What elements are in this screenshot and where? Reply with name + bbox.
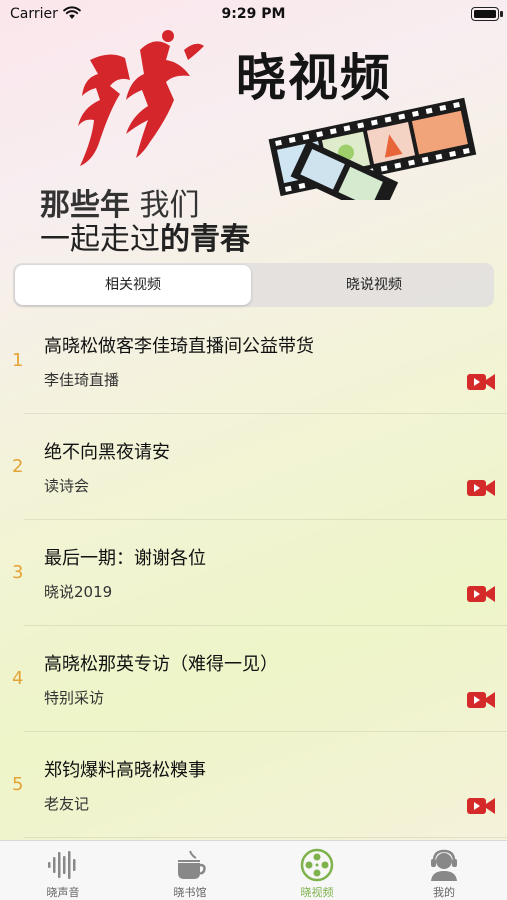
video-camera-icon[interactable] [466, 372, 496, 392]
item-title: 郑钧爆料高晓松糗事 [44, 760, 206, 781]
soundwave-icon [48, 851, 76, 879]
tab-xiao-shuguan[interactable]: 晓书馆 [127, 841, 253, 900]
item-subtitle: 特别采访 [44, 689, 105, 707]
video-camera-icon[interactable] [466, 478, 496, 498]
item-index: 2 [12, 456, 24, 477]
item-subtitle: 李佳琦直播 [44, 371, 120, 389]
item-index: 4 [12, 668, 24, 689]
tab-label: 晓声音 [46, 886, 80, 899]
user-headset-icon [431, 849, 457, 881]
teacup-icon [178, 850, 206, 879]
list-item[interactable]: 5 郑钧爆料高晓松糗事 老友记 [0, 732, 507, 838]
banner-slogan-line2: 一起走过的青春 [40, 222, 250, 257]
item-title: 高晓松做客李佳琦直播间公益带货 [44, 336, 314, 357]
tab-wode[interactable]: 我的 [381, 841, 507, 900]
item-subtitle: 老友记 [44, 795, 90, 813]
video-camera-icon[interactable] [466, 690, 496, 710]
video-segmented-control: 相关视频 晓说视频 [13, 263, 494, 307]
list-item[interactable]: 2 绝不向黑夜请安 读诗会 [0, 414, 507, 520]
list-item[interactable]: 1 高晓松做客李佳琦直播间公益带货 李佳琦直播 [0, 308, 507, 414]
video-camera-icon[interactable] [466, 796, 496, 816]
header-banner: 晓视频 那些年 我们 一起走过的青春 [0, 30, 507, 257]
brush-figure-logo [78, 30, 204, 166]
video-camera-icon[interactable] [466, 584, 496, 604]
list-item[interactable]: 3 最后一期：谢谢各位 晓说2019 [0, 520, 507, 626]
item-index: 5 [12, 774, 24, 795]
video-list: 1 高晓松做客李佳琦直播间公益带货 李佳琦直播 2 绝不向黑夜请安 读诗会 3 … [0, 308, 507, 838]
film-strip-graphic [268, 97, 477, 200]
row-divider [24, 837, 507, 838]
item-subtitle: 读诗会 [44, 477, 90, 495]
tab-xiao-shipin[interactable]: 晓视频 [254, 841, 380, 900]
film-reel-icon [300, 848, 334, 882]
item-subtitle: 晓说2019 [44, 583, 113, 601]
segment-xiaoshuo-videos[interactable]: 晓说视频 [256, 265, 492, 305]
item-index: 3 [12, 562, 24, 583]
item-title: 高晓松那英专访（难得一见） [44, 654, 278, 675]
status-time: 9:29 PM [221, 6, 286, 22]
bottom-tab-bar: 晓声音 晓书馆 晓视频 我的 [0, 840, 507, 900]
list-item[interactable]: 4 高晓松那英专访（难得一见） 特别采访 [0, 626, 507, 732]
item-title: 绝不向黑夜请安 [44, 442, 170, 463]
tab-label: 我的 [433, 886, 455, 899]
segment-related-videos[interactable]: 相关视频 [15, 265, 251, 305]
tab-label: 晓视频 [300, 886, 334, 899]
tab-xiao-shengyin[interactable]: 晓声音 [0, 841, 126, 900]
item-index: 1 [12, 350, 24, 371]
tab-label: 晓书馆 [173, 886, 207, 899]
battery-icon [471, 7, 503, 21]
status-bar: Carrier 9:29 PM [0, 0, 507, 30]
item-title: 最后一期：谢谢各位 [44, 548, 206, 569]
